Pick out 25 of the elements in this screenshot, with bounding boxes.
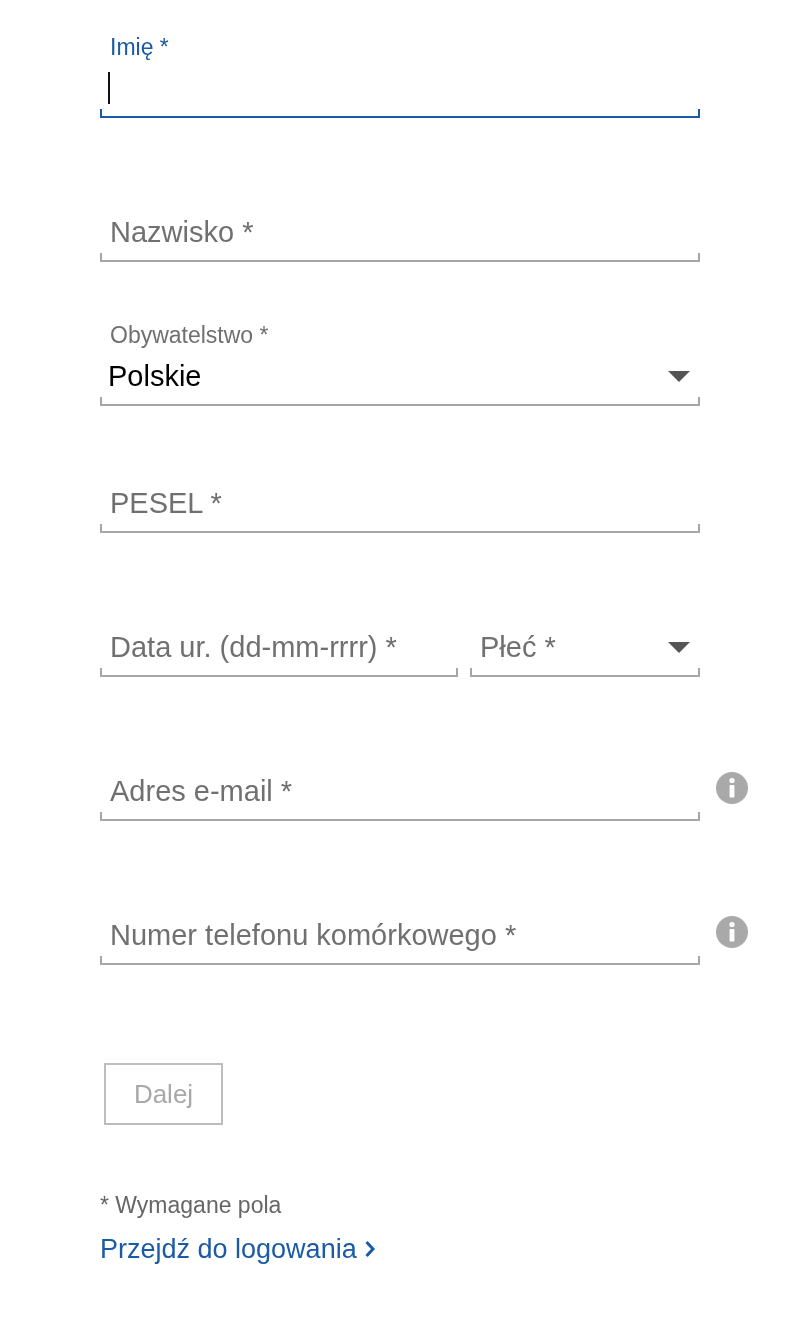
field-label: Imię * — [110, 33, 169, 61]
text-field[interactable]: Imię * — [100, 33, 700, 118]
info-icon[interactable] — [716, 772, 748, 804]
field-label: Płeć * — [479, 630, 556, 664]
dropdown-arrow-icon — [668, 641, 690, 653]
field-label: Adres e-mail * — [109, 774, 293, 808]
field-label: Data ur. (dd-mm-rrrr) * — [109, 630, 397, 664]
text-field[interactable]: PESEL * — [100, 448, 700, 533]
field-label: PESEL * — [109, 486, 222, 520]
field-value: Polskie — [108, 359, 202, 393]
select-field[interactable]: Obywatelstwo * Polskie — [100, 321, 700, 406]
field-label: Obywatelstwo * — [110, 321, 269, 349]
login-link[interactable]: Przejdź do logowania — [100, 1233, 376, 1265]
info-icon[interactable] — [716, 916, 748, 948]
field-label: Nazwisko * — [109, 215, 254, 249]
text-field[interactable]: Nazwisko * — [100, 177, 700, 262]
required-fields-note: * Wymagane pola — [100, 1191, 283, 1219]
field-label: Numer telefonu komórkowego * — [109, 918, 517, 952]
dropdown-arrow-icon — [668, 370, 690, 382]
text-field[interactable]: Adres e-mail * — [100, 736, 700, 821]
select-field[interactable]: Płeć * — [470, 592, 700, 677]
text-field[interactable]: Numer telefonu komórkowego * — [100, 880, 700, 965]
chevron-right-icon — [363, 1240, 376, 1258]
text-field[interactable]: Data ur. (dd-mm-rrrr) * — [100, 592, 458, 677]
text-cursor — [108, 72, 110, 104]
